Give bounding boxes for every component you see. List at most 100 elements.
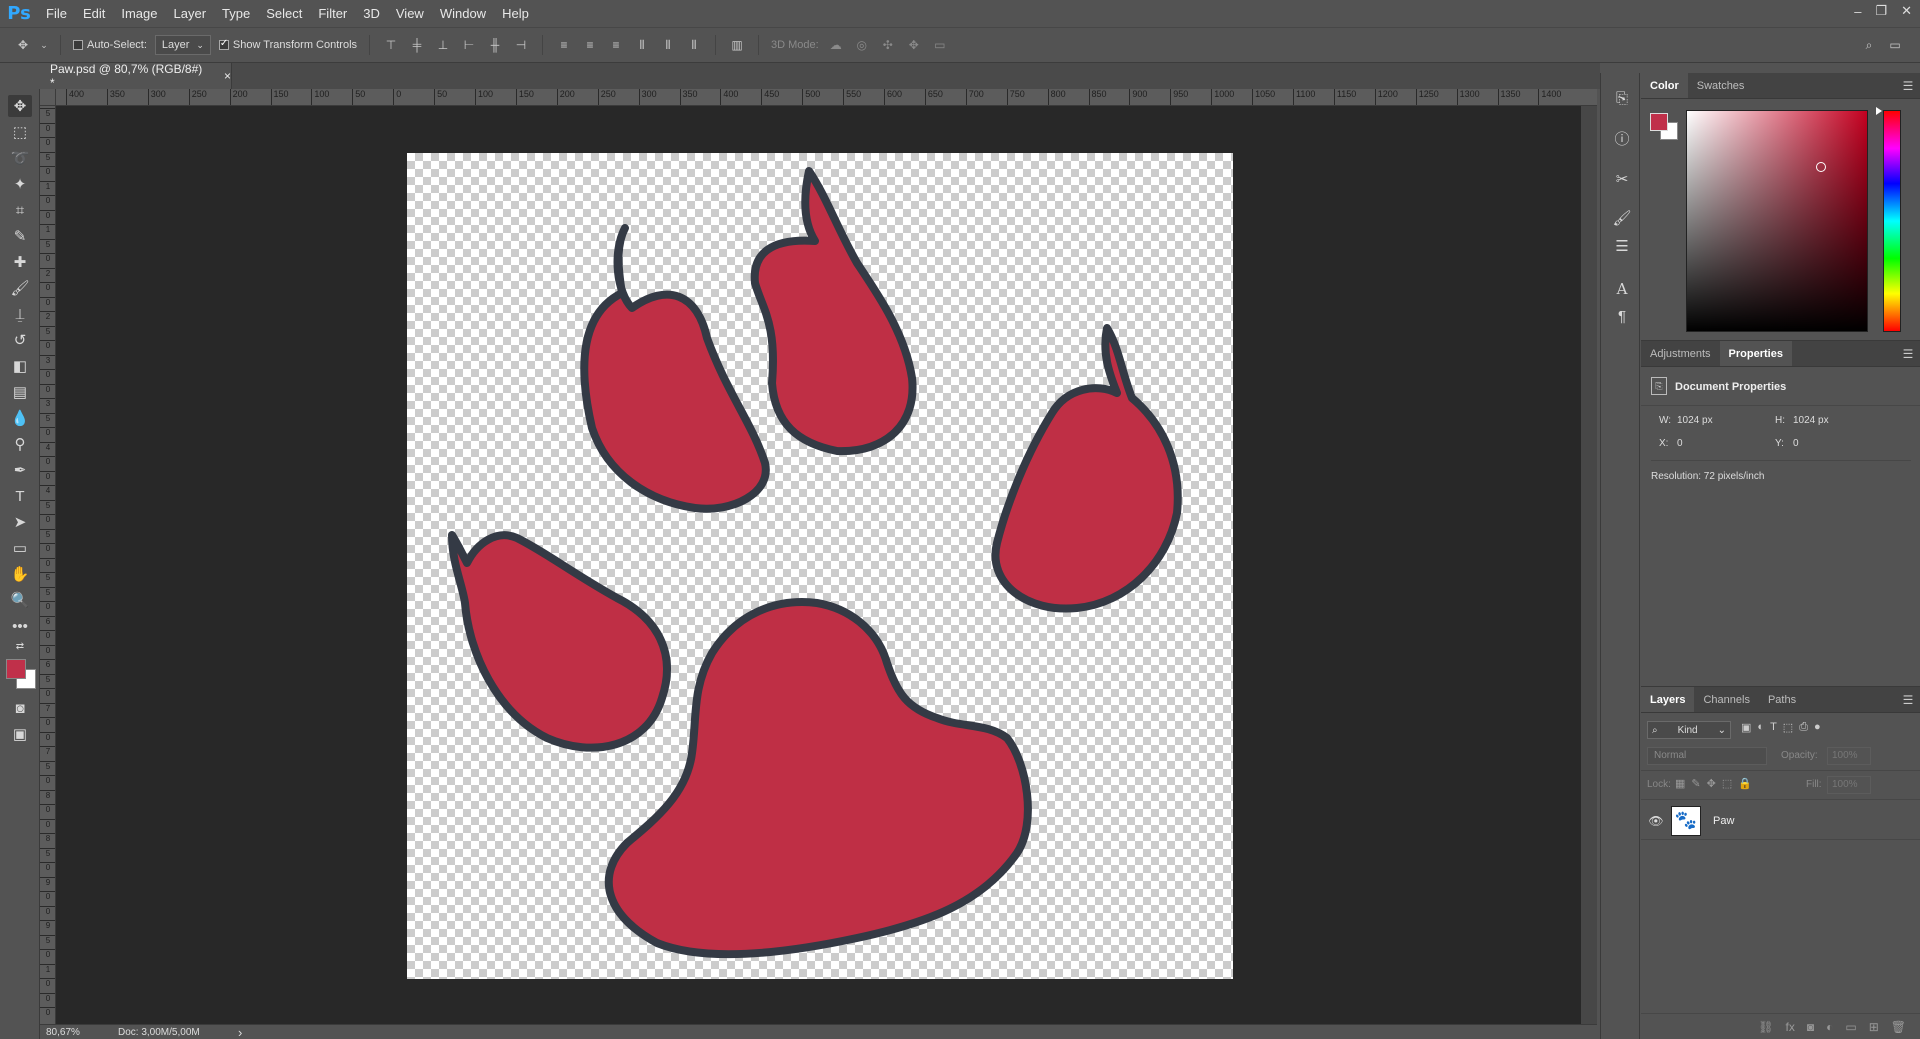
type-icon[interactable]: T — [8, 485, 32, 507]
align-bottom-icon[interactable]: ⊥ — [434, 36, 452, 54]
pen-icon[interactable]: ✒ — [8, 459, 32, 481]
3d-slide-icon[interactable]: ✥ — [905, 36, 923, 54]
distribute-top-icon[interactable]: ≡ — [555, 36, 573, 54]
y-value[interactable]: 0 — [1793, 438, 1799, 449]
info-panel-icon[interactable]: ⓘ — [1611, 127, 1633, 149]
filter-adjustment-icon[interactable]: ◐ — [1757, 721, 1764, 734]
align-left-icon[interactable]: ⊢ — [460, 36, 478, 54]
dodge-icon[interactable]: ⚲ — [8, 433, 32, 455]
lock-image-icon[interactable]: ✎ — [1691, 777, 1700, 790]
hand-icon[interactable]: ✋ — [8, 563, 32, 585]
close-tab-icon[interactable]: × — [224, 69, 231, 83]
new-layer-icon[interactable]: ⊞ — [1869, 1020, 1879, 1034]
tab-color[interactable]: Color — [1641, 73, 1688, 98]
menu-type[interactable]: Type — [214, 0, 258, 27]
eraser-icon[interactable]: ◧ — [8, 355, 32, 377]
marquee-icon[interactable]: ⬚ — [8, 121, 32, 143]
status-menu-arrow[interactable]: › — [238, 1025, 242, 1039]
x-value[interactable]: 0 — [1677, 438, 1683, 449]
hue-slider[interactable] — [1876, 107, 1901, 332]
opacity-field[interactable]: 100% — [1827, 747, 1871, 765]
height-value[interactable]: 1024 px — [1793, 415, 1829, 426]
align-hcenter-icon[interactable]: ╫ — [486, 36, 504, 54]
document-tab[interactable]: Paw.psd @ 80,7% (RGB/8#) * × — [40, 62, 232, 90]
tab-paths[interactable]: Paths — [1759, 687, 1805, 712]
distribute-right-icon[interactable]: ⦀ — [685, 36, 703, 54]
brush-settings-icon[interactable]: ☰ — [1611, 235, 1633, 257]
tab-properties[interactable]: Properties — [1719, 341, 1792, 366]
distribute-hcenter-icon[interactable]: ⦀ — [659, 36, 677, 54]
link-layers-icon[interactable]: ⛓ — [1758, 1020, 1773, 1034]
close-button[interactable]: ✕ — [1901, 3, 1912, 19]
add-mask-icon[interactable]: ◙ — [1807, 1020, 1814, 1034]
3d-orbit-icon[interactable]: ☁ — [827, 36, 845, 54]
menu-help[interactable]: Help — [494, 0, 537, 27]
rectangle-icon[interactable]: ▭ — [8, 537, 32, 559]
auto-select-dropdown[interactable]: Layer ⌄ — [154, 35, 211, 55]
align-top-icon[interactable]: ⊤ — [382, 36, 400, 54]
tool-presets-icon[interactable]: ✂ — [1611, 168, 1633, 190]
filter-smart-object-icon[interactable]: ⎙ — [1799, 721, 1808, 734]
menu-image[interactable]: Image — [113, 0, 165, 27]
auto-select-checkbox[interactable]: Auto-Select: — [73, 39, 147, 51]
width-value[interactable]: 1024 px — [1677, 415, 1713, 426]
tab-layers[interactable]: Layers — [1641, 687, 1695, 712]
lasso-icon[interactable]: ➰ — [8, 147, 32, 169]
tab-swatches[interactable]: Swatches — [1688, 73, 1754, 98]
zoom-level[interactable]: 80,67% — [40, 1027, 114, 1038]
distribute-bottom-icon[interactable]: ≡ — [607, 36, 625, 54]
eye-icon[interactable]: 👁 — [1641, 814, 1671, 828]
show-transform-checkbox[interactable]: Show Transform Controls — [218, 38, 357, 51]
align-right-icon[interactable]: ⊣ — [512, 36, 530, 54]
panel-menu-icon[interactable]: ☰ — [1896, 687, 1920, 712]
horizontal-ruler[interactable]: 400 350 300 250 200 150 100 50 0 50 100 150 200 250 30… — [56, 89, 1597, 106]
menu-3d[interactable]: 3D — [355, 0, 388, 27]
blur-icon[interactable]: 💧 — [8, 407, 32, 429]
ruler-origin[interactable] — [40, 89, 56, 106]
blend-mode-dropdown[interactable]: Normal — [1647, 747, 1767, 765]
magic-wand-icon[interactable]: ✦ — [8, 173, 32, 195]
brushes-panel-icon[interactable]: 🖌 — [1611, 207, 1633, 229]
path-selection-icon[interactable]: ➤ — [8, 511, 32, 533]
foreground-color-swatch[interactable] — [6, 659, 26, 679]
zoom-icon[interactable]: 🔍 — [8, 589, 32, 611]
brush-icon[interactable]: 🖌 — [8, 277, 32, 299]
tab-channels[interactable]: Channels — [1694, 687, 1758, 712]
layer-name[interactable]: Paw — [1701, 815, 1734, 827]
clone-stamp-icon[interactable]: ⍊ — [8, 303, 32, 325]
color-picker-cursor[interactable] — [1816, 162, 1826, 172]
new-adjustment-icon[interactable]: ◐ — [1826, 1020, 1833, 1034]
paragraph-panel-icon[interactable]: ¶ — [1611, 305, 1633, 327]
layer-filter-dropdown[interactable]: ⌕ Kind ⌄ — [1647, 721, 1731, 739]
fx-icon[interactable]: fx — [1786, 1020, 1795, 1034]
panel-menu-icon[interactable]: ☰ — [1896, 73, 1920, 98]
color-picker-field[interactable] — [1686, 110, 1868, 332]
document-canvas[interactable] — [407, 153, 1233, 979]
layer-row-paw[interactable]: 👁 🐾 Paw — [1641, 802, 1920, 840]
minimize-button[interactable]: – — [1854, 4, 1861, 19]
vertical-ruler[interactable]: 5 0 0 5 0 1 0 0 1 5 0 2 0 0 2 5 0 3 0 0 3 5 0 4 0 0 4 5 0 5 0 0 5 5 0 6 0 0 6 5… — [40, 106, 56, 1024]
menu-edit[interactable]: Edit — [75, 0, 113, 27]
lock-transparent-icon[interactable]: ▦ — [1675, 777, 1685, 790]
healing-brush-icon[interactable]: ✚ — [8, 251, 32, 273]
lock-position-icon[interactable]: ✥ — [1707, 777, 1716, 790]
menu-view[interactable]: View — [388, 0, 432, 27]
screen-mode-icon[interactable]: ▣ — [8, 723, 32, 745]
swap-colors-icon[interactable]: ⇄ — [8, 639, 32, 653]
restore-button[interactable]: ❐ — [1875, 3, 1887, 19]
move-tool-preset-icon[interactable]: ✥ — [14, 36, 32, 54]
chevron-down-icon[interactable]: ⌄ — [40, 36, 48, 54]
fill-field[interactable]: 100% — [1827, 776, 1871, 794]
crop-icon[interactable]: ⌗ — [8, 199, 32, 221]
3d-camera-icon[interactable]: ▭ — [931, 36, 949, 54]
menu-window[interactable]: Window — [432, 0, 494, 27]
panel-menu-icon[interactable]: ☰ — [1896, 341, 1920, 366]
character-panel-icon[interactable]: A — [1611, 278, 1633, 300]
menu-layer[interactable]: Layer — [166, 0, 215, 27]
menu-filter[interactable]: Filter — [310, 0, 355, 27]
gradient-icon[interactable]: ▤ — [8, 381, 32, 403]
eyedropper-icon[interactable]: ✎ — [8, 225, 32, 247]
workspace-icon[interactable]: ▭ — [1886, 36, 1904, 54]
menu-select[interactable]: Select — [258, 0, 310, 27]
3d-roll-icon[interactable]: ◎ — [853, 36, 871, 54]
